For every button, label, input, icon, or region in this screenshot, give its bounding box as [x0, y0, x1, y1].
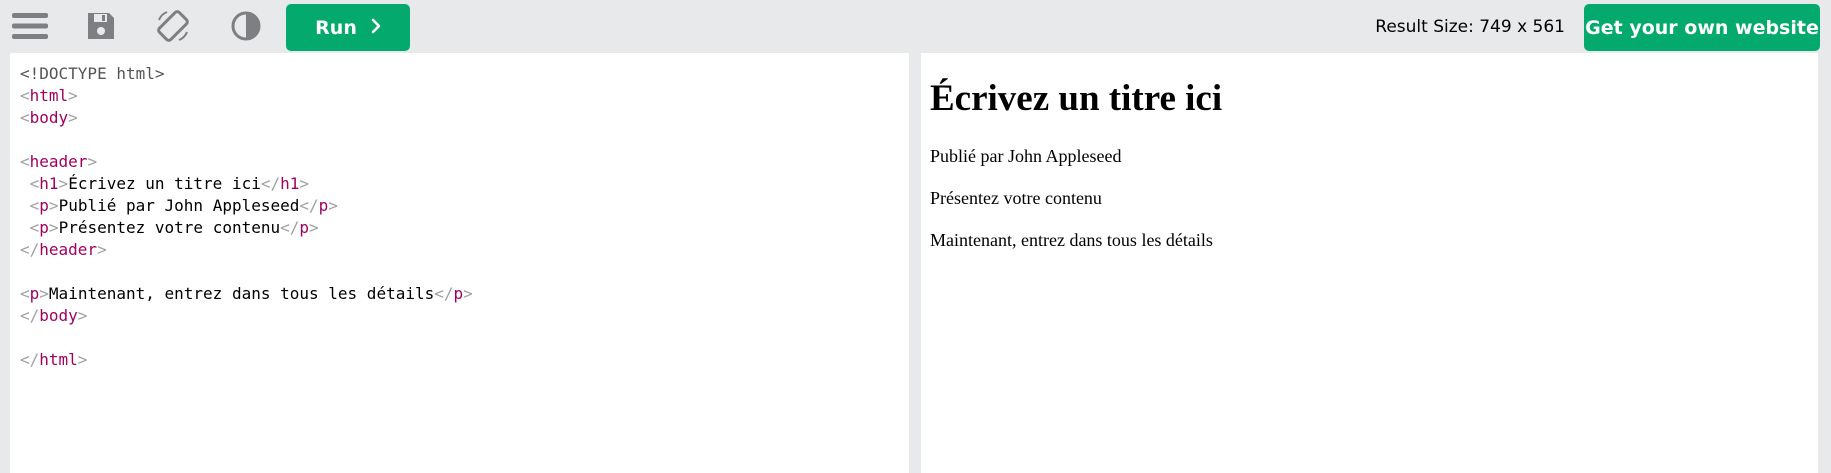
result-intro: Présentez votre contenu: [930, 188, 1102, 208]
code-token: >: [48, 196, 59, 215]
toolbar: Run Result Size: 749 x 561 Get your own …: [0, 0, 1831, 53]
code-token: >: [77, 350, 88, 369]
code-token: </: [20, 350, 40, 369]
code-token: >: [39, 284, 49, 303]
code-token: </: [20, 240, 40, 259]
get-own-website-button[interactable]: Get your own website: [1584, 4, 1820, 51]
code-token: </: [299, 196, 319, 215]
code-line: <html>: [20, 85, 473, 107]
code-token: <: [29, 174, 40, 193]
code-token: p: [299, 218, 310, 237]
contrast-icon[interactable]: [226, 6, 266, 46]
code-token: >: [87, 152, 98, 171]
code-token: <: [20, 108, 30, 127]
code-token: p: [453, 284, 464, 303]
save-icon[interactable]: [81, 6, 121, 46]
result-document: Écrivez un titre ici Publié par John App…: [930, 79, 1222, 271]
result-frame: Écrivez un titre ici Publié par John App…: [921, 53, 1818, 473]
code-token: h1: [39, 174, 59, 193]
code-token: header: [29, 152, 88, 171]
code-token: Publié par John Appleseed: [58, 196, 300, 215]
code-line: <body>: [20, 107, 473, 129]
code-token: </: [20, 306, 40, 325]
result-size-label: Result Size: 749 x 561: [1375, 17, 1565, 37]
code-token: Maintenant, entrez dans tous les détails: [48, 284, 435, 303]
code-token: </: [280, 218, 300, 237]
code-token: p: [39, 218, 49, 237]
chevron-right-icon: [371, 17, 381, 39]
run-button[interactable]: Run: [286, 4, 410, 51]
code-token: header: [39, 240, 98, 259]
result-byline: Publié par John Appleseed: [930, 146, 1122, 166]
code-token: >: [68, 86, 78, 105]
code-token: h1: [280, 174, 300, 193]
code-token: </: [434, 284, 454, 303]
code-token: >: [97, 240, 107, 259]
code-content[interactable]: <!DOCTYPE html> <html> <body> <header> <h1>…: [20, 63, 473, 371]
code-line: <p>Publié par John Appleseed</p>: [20, 195, 473, 217]
code-line: <p>Maintenant, entrez dans tous les déta…: [20, 283, 473, 305]
code-token: >: [58, 174, 69, 193]
code-token: <!DOCTYPE html>: [20, 64, 165, 83]
code-token: >: [68, 108, 78, 127]
code-token: p: [39, 196, 49, 215]
code-token: >: [299, 174, 310, 193]
code-line: </body>: [20, 305, 473, 327]
code-token: body: [39, 306, 78, 325]
code-token: Présentez votre contenu: [58, 218, 281, 237]
run-button-label: Run: [315, 16, 357, 39]
code-token: html: [39, 350, 78, 369]
result-heading: Écrivez un titre ici: [930, 78, 1223, 119]
code-token: >: [328, 196, 338, 215]
result-details: Maintenant, entrez dans tous les détails: [930, 230, 1213, 250]
code-token: <: [29, 218, 40, 237]
code-token: Écrivez un titre ici: [68, 174, 261, 193]
code-line: </html>: [20, 349, 473, 371]
menu-icon[interactable]: [10, 6, 50, 46]
code-token: <: [20, 86, 30, 105]
code-token: >: [77, 306, 88, 325]
code-token: >: [48, 218, 59, 237]
code-token: >: [309, 218, 319, 237]
code-editor[interactable]: <!DOCTYPE html> <html> <body> <header> <h1>…: [10, 53, 909, 473]
code-token: <: [20, 284, 30, 303]
code-token: body: [29, 108, 69, 127]
code-line: <!DOCTYPE html>: [20, 63, 473, 85]
code-token: </: [260, 174, 281, 193]
code-line: </header>: [20, 239, 473, 261]
code-token: <: [29, 196, 40, 215]
code-line: <header>: [20, 151, 473, 173]
code-token: html: [29, 86, 69, 105]
code-token: p: [318, 196, 329, 215]
code-token: <: [20, 152, 30, 171]
rotate-icon[interactable]: [153, 6, 193, 46]
code-line: <p>Présentez votre contenu</p>: [20, 217, 473, 239]
code-token: >: [463, 284, 473, 303]
code-token: p: [29, 284, 40, 303]
code-line: <h1>Écrivez un titre ici</h1>: [20, 173, 473, 195]
